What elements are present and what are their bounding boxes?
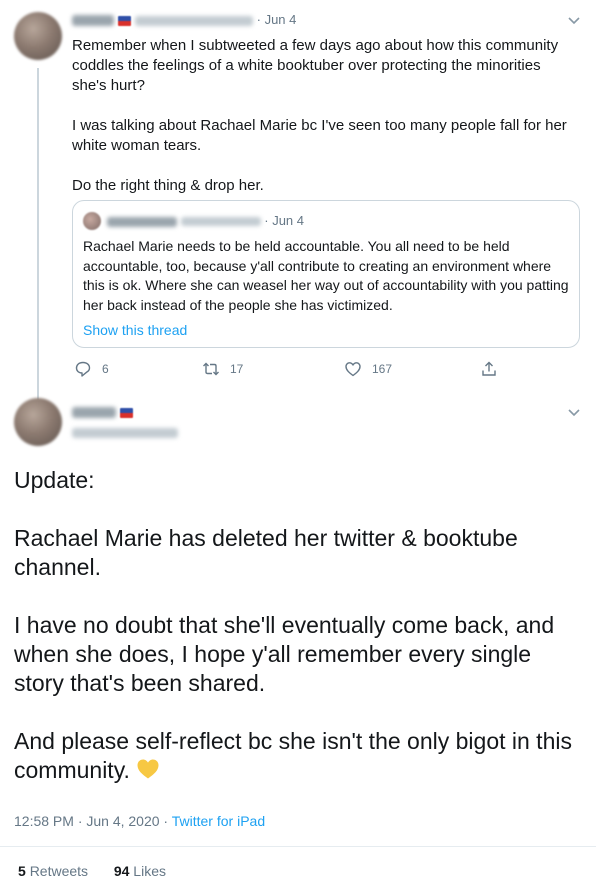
quoted-avatar: [83, 212, 101, 230]
quoted-text: Rachael Marie needs to be held accountab…: [83, 238, 569, 313]
chevron-down-icon[interactable]: [566, 12, 582, 28]
handle-redacted[interactable]: [135, 15, 253, 26]
retweet-count: 17: [230, 362, 244, 376]
flag-icon: [120, 407, 133, 418]
quoted-handle-redacted: [180, 217, 261, 227]
quoted-date: Jun 4: [272, 213, 305, 228]
retweets-stat[interactable]: 5 Retweets: [18, 863, 88, 879]
display-name-redacted[interactable]: [72, 15, 114, 27]
reply-button[interactable]: 6: [74, 358, 109, 380]
divider: [0, 846, 596, 847]
flag-icon: [118, 15, 131, 26]
tweet-stats: 5 Retweets 94 Likes: [18, 862, 166, 880]
tweet-actions: 6 17 167: [72, 358, 512, 380]
main-tweet-text: Update: Rachael Marie has deleted her tw…: [14, 467, 572, 783]
like-count: 167: [372, 362, 393, 376]
tweet-text: Remember when I subtweeted a few days ag…: [72, 37, 571, 194]
quoted-display-name-redacted: [107, 216, 177, 227]
handle[interactable]: [72, 424, 178, 438]
quoted-tweet[interactable]: · Jun 4 Rachael Marie needs to be held a…: [72, 200, 580, 348]
tweet-timestamp[interactable]: 12:58 PM · Jun 4, 2020 ·: [14, 813, 172, 829]
chevron-down-icon[interactable]: [566, 404, 582, 420]
avatar[interactable]: [14, 398, 62, 446]
tweet-date[interactable]: · Jun 4: [257, 12, 297, 27]
thread-line: [37, 68, 39, 400]
likes-stat[interactable]: 94 Likes: [114, 863, 166, 879]
quoted-header: · Jun 4: [107, 213, 304, 229]
heart-icon: [345, 362, 361, 377]
tweet-header: · Jun 4: [72, 12, 296, 28]
share-button[interactable]: [480, 358, 508, 380]
tweet-source-link[interactable]: Twitter for iPad: [172, 813, 265, 829]
display-name[interactable]: [72, 404, 137, 419]
handle-redacted: [72, 427, 178, 438]
avatar[interactable]: [14, 12, 62, 60]
reply-count: 6: [102, 362, 109, 376]
like-button[interactable]: 167: [344, 358, 392, 380]
show-thread-link[interactable]: Show this thread: [83, 321, 187, 339]
retweet-icon: [203, 362, 219, 376]
tweet-meta: 12:58 PM · Jun 4, 2020 · Twitter for iPa…: [14, 812, 265, 830]
reply-icon: [75, 361, 91, 377]
share-icon: [482, 361, 496, 376]
retweet-button[interactable]: 17: [202, 358, 243, 380]
display-name-redacted: [72, 407, 116, 419]
yellow-heart-emoji-icon: [137, 759, 159, 779]
